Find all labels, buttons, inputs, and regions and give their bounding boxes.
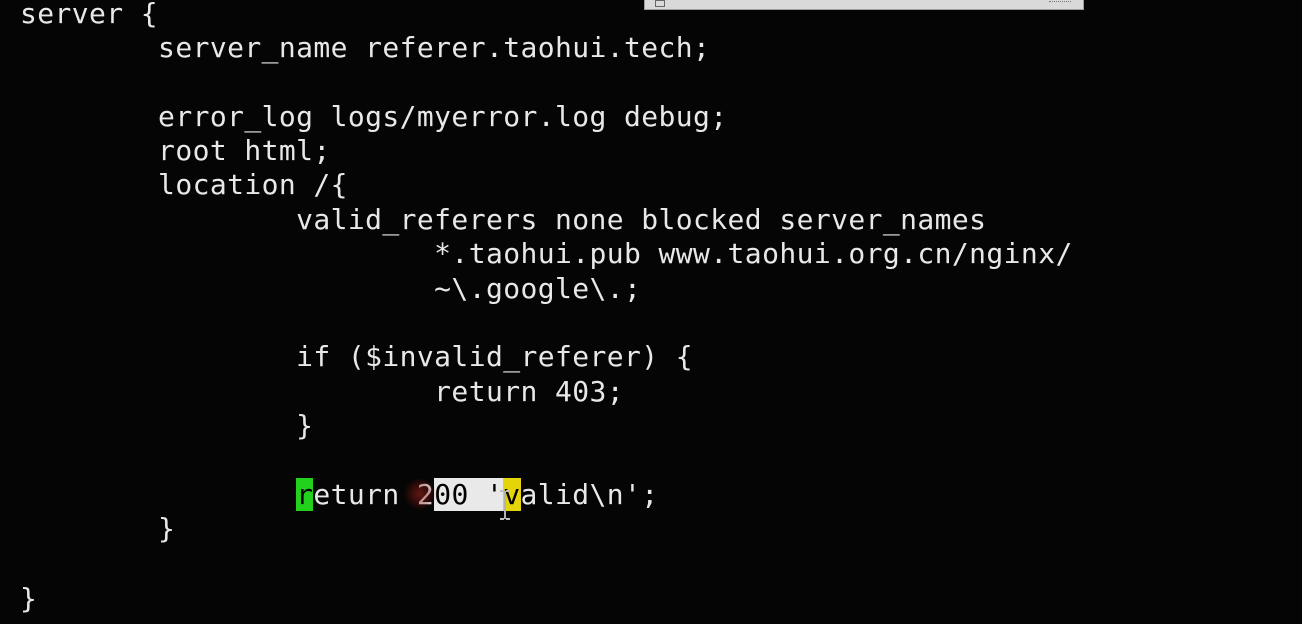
code-line-11[interactable]: if ($invalid_referer) { <box>20 340 693 374</box>
code-line-2[interactable]: server_name referer.taohui.tech; <box>20 31 710 65</box>
overlay-window-edge[interactable] <box>644 0 1084 10</box>
code-line-4[interactable]: error_log logs/myerror.log debug; <box>20 100 728 134</box>
window-controls-icon[interactable] <box>1049 1 1071 6</box>
code-line-1[interactable]: server { <box>20 0 158 31</box>
code-line-16[interactable]: } <box>20 512 175 546</box>
code-line-8[interactable]: *.taohui.pub www.taohui.org.cn/nginx/ <box>20 237 1073 271</box>
code-line-15[interactable]: return 200 'valid\n'; <box>20 478 659 512</box>
window-menu-icon[interactable] <box>655 0 665 7</box>
code-line-13[interactable]: } <box>20 409 313 443</box>
text-selection: 00 ' <box>434 478 504 511</box>
code-text: alid\n'; <box>520 478 659 511</box>
click-indicator-icon <box>404 478 436 510</box>
terminal-window[interactable]: server { server_name referer.taohui.tech… <box>0 0 1302 624</box>
code-line-12[interactable]: return 403; <box>20 375 624 409</box>
code-line-5[interactable]: root html; <box>20 134 331 168</box>
text-cursor: r <box>296 478 314 511</box>
i-beam-cursor-icon <box>500 490 510 520</box>
code-line-7[interactable]: valid_referers none blocked server_names <box>20 203 986 237</box>
code-line-6[interactable]: location /{ <box>20 168 348 202</box>
code-line-9[interactable]: ~\.google\.; <box>20 272 641 306</box>
code-line-18[interactable]: } <box>20 582 37 616</box>
